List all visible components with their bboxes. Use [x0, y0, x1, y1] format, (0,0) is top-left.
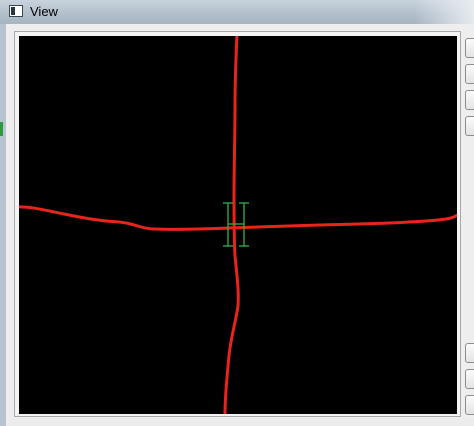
side-button-1[interactable]: [465, 38, 474, 58]
window-bottom-edge: [6, 418, 474, 426]
ibeam-cursor-icon: [223, 202, 249, 247]
side-button-6[interactable]: [465, 369, 474, 389]
left-edge-indicator: [0, 122, 3, 136]
titlebar-highlight: [414, 0, 474, 24]
view-window: View: [0, 0, 474, 426]
window-title: View: [30, 4, 58, 19]
title-bar[interactable]: View: [0, 0, 474, 24]
drawing-surface[interactable]: [19, 36, 457, 414]
side-button-7[interactable]: [465, 395, 474, 415]
side-button-3[interactable]: [465, 90, 474, 110]
side-button-5[interactable]: [465, 343, 474, 363]
horizontal-red-stroke: [19, 205, 457, 231]
vertical-red-stroke: [223, 36, 240, 414]
side-button-2[interactable]: [465, 64, 474, 84]
app-window-icon[interactable]: [9, 5, 23, 17]
side-button-4[interactable]: [465, 116, 474, 136]
drawing-canvas[interactable]: [19, 36, 457, 414]
